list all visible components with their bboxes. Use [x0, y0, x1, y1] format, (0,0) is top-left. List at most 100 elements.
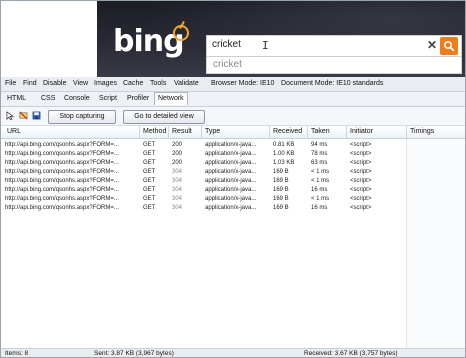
search-button[interactable] — [440, 37, 458, 55]
cell-method: GET — [143, 178, 156, 184]
cell-result: 304 — [172, 196, 183, 202]
column-timings[interactable]: Timings — [410, 128, 434, 135]
column-method[interactable]: Method — [143, 128, 166, 135]
table-row[interactable]: http://api.bing.com/qsonhs.aspx?FORM=...… — [1, 195, 465, 203]
browser-mode-menu[interactable]: Browser Mode: IE10 — [211, 80, 274, 87]
devtools-tabs: HTML CSS Console Script Profiler Network — [1, 92, 465, 107]
items-count: Items: 8 — [5, 350, 29, 357]
screenshot-frame: bing cricket I ✕ cricket File Find Disab… — [0, 0, 466, 358]
cell-method: GET — [143, 160, 156, 166]
cell-method: GET — [143, 142, 156, 148]
suggestion-text[interactable]: cricket — [213, 59, 242, 70]
column-taken[interactable]: Taken — [311, 128, 330, 135]
table-header: URL Method Result Type Received Taken In… — [1, 126, 465, 139]
cell-initiator: <script> — [350, 196, 372, 202]
cell-initiator: <script> — [350, 187, 372, 193]
cell-method: GET — [143, 151, 156, 157]
menu-validate[interactable]: Validate — [174, 80, 199, 87]
column-url[interactable]: URL — [7, 128, 21, 135]
select-element-icon[interactable] — [6, 111, 15, 120]
cell-taken: 16 ms — [311, 187, 328, 193]
tab-network[interactable]: Network — [154, 92, 188, 105]
cell-result: 304 — [172, 178, 183, 184]
cell-initiator: <script> — [350, 169, 372, 175]
cell-taken: 94 ms — [311, 142, 328, 148]
cell-taken: 63 ms — [311, 160, 328, 166]
cell-url: http://api.bing.com/qsonhs.aspx?FORM=... — [5, 187, 119, 193]
cell-result: 200 — [172, 142, 183, 148]
menu-images[interactable]: Images — [94, 80, 117, 87]
cell-method: GET — [143, 169, 156, 175]
cell-result: 200 — [172, 160, 183, 166]
tab-script[interactable]: Script — [99, 95, 117, 102]
bing-header: bing cricket I ✕ cricket — [1, 1, 465, 77]
cell-type: application/x-java... — [205, 187, 257, 193]
cell-method: GET — [143, 205, 156, 211]
menu-find[interactable]: Find — [23, 80, 37, 87]
table-row[interactable]: http://api.bing.com/qsonhs.aspx?FORM=...… — [1, 150, 465, 158]
cell-received: 169 B — [273, 187, 289, 193]
cell-received: 1.00 KB — [273, 151, 295, 157]
cell-method: GET — [143, 187, 156, 193]
column-received[interactable]: Received — [273, 128, 302, 135]
status-bar: Items: 8 Sent: 3.87 KB (3,967 bytes) Rec… — [1, 348, 465, 357]
devtools-menubar: File Find Disable View Images Cache Tool… — [1, 77, 465, 92]
cell-taken: < 1 ms — [311, 196, 330, 202]
save-icon[interactable] — [32, 111, 41, 120]
menu-cache[interactable]: Cache — [123, 80, 143, 87]
cell-received: 169 B — [273, 178, 289, 184]
cell-received: 169 B — [273, 169, 289, 175]
menu-tools[interactable]: Tools — [150, 80, 166, 87]
cell-result: 304 — [172, 187, 183, 193]
document-mode-menu[interactable]: Document Mode: IE10 standards — [281, 80, 383, 87]
tab-profiler[interactable]: Profiler — [127, 95, 149, 102]
table-row[interactable]: http://api.bing.com/qsonhs.aspx?FORM=...… — [1, 159, 465, 167]
cell-taken: < 1 ms — [311, 178, 330, 184]
bing-logo-mark — [173, 25, 189, 41]
cell-url: http://api.bing.com/qsonhs.aspx?FORM=... — [5, 169, 119, 175]
tab-console[interactable]: Console — [64, 95, 90, 102]
menu-disable[interactable]: Disable — [43, 80, 66, 87]
cell-url: http://api.bing.com/qsonhs.aspx?FORM=... — [5, 205, 119, 211]
stop-capturing-button[interactable]: Stop capturing — [48, 110, 116, 124]
cell-initiator: <script> — [350, 142, 372, 148]
table-row[interactable]: http://api.bing.com/qsonhs.aspx?FORM=...… — [1, 204, 465, 212]
cell-type: application/x-java... — [205, 160, 257, 166]
developer-tools: File Find Disable View Images Cache Tool… — [1, 77, 465, 357]
cell-type: application/x-java... — [205, 196, 257, 202]
clear-cache-icon[interactable] — [19, 111, 28, 120]
cell-type: application/x-java... — [205, 169, 257, 175]
column-result[interactable]: Result — [172, 128, 192, 135]
table-row[interactable]: http://api.bing.com/qsonhs.aspx?FORM=...… — [1, 141, 465, 149]
clear-icon[interactable]: ✕ — [427, 38, 437, 52]
table-row[interactable]: http://api.bing.com/qsonhs.aspx?FORM=...… — [1, 186, 465, 194]
column-initiator[interactable]: Initiator — [350, 128, 373, 135]
detailed-view-button[interactable]: Go to detailed view — [123, 110, 205, 124]
tab-css[interactable]: CSS — [41, 95, 55, 102]
tab-html[interactable]: HTML — [7, 95, 26, 102]
cell-method: GET — [143, 196, 156, 202]
search-suggestion[interactable]: cricket — [206, 57, 462, 74]
column-type[interactable]: Type — [205, 128, 220, 135]
magnifier-icon — [443, 40, 455, 52]
cell-result: 304 — [172, 205, 183, 211]
table-row[interactable]: http://api.bing.com/qsonhs.aspx?FORM=...… — [1, 168, 465, 176]
network-toolbar: Stop capturing Go to detailed view — [1, 107, 465, 126]
cell-taken: 16 ms — [311, 205, 328, 211]
cell-type: application/x-java... — [205, 205, 257, 211]
cell-received: 169 B — [273, 196, 289, 202]
search-box[interactable]: cricket I ✕ — [206, 35, 462, 57]
cell-taken: < 1 ms — [311, 169, 330, 175]
search-input[interactable]: cricket — [212, 39, 241, 50]
table-row[interactable]: http://api.bing.com/qsonhs.aspx?FORM=...… — [1, 177, 465, 185]
cell-url: http://api.bing.com/qsonhs.aspx?FORM=... — [5, 142, 119, 148]
cell-result: 304 — [172, 169, 183, 175]
menu-view[interactable]: View — [73, 80, 88, 87]
menu-file[interactable]: File — [5, 80, 16, 87]
cell-url: http://api.bing.com/qsonhs.aspx?FORM=... — [5, 151, 119, 157]
cell-result: 200 — [172, 151, 183, 157]
cell-received: 0.81 KB — [273, 142, 295, 148]
cell-initiator: <script> — [350, 205, 372, 211]
cell-received: 1.03 KB — [273, 160, 295, 166]
cell-taken: 78 ms — [311, 151, 328, 157]
